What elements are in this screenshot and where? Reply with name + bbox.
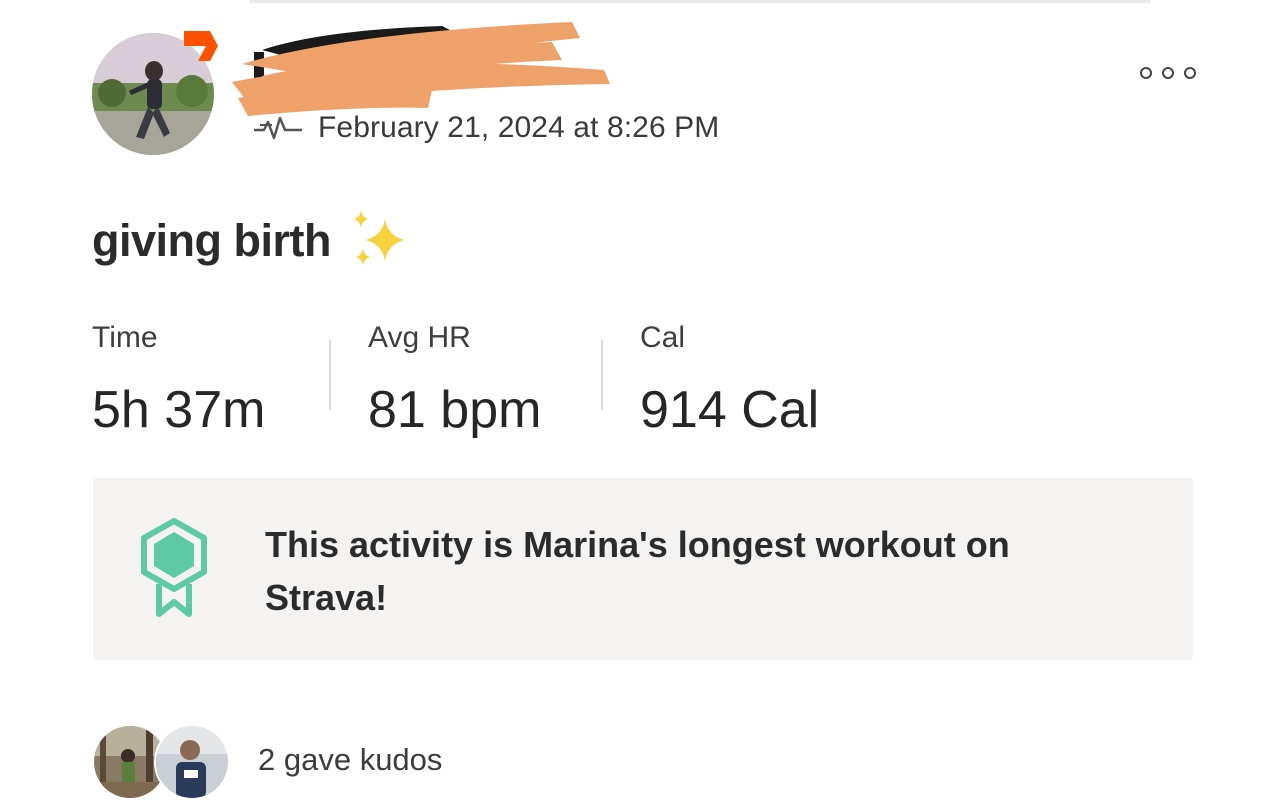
stat-label: Time	[92, 321, 158, 354]
kudos-count-text[interactable]: 2 gave kudos	[258, 742, 442, 778]
more-options-icon[interactable]	[1140, 60, 1196, 86]
top-divider	[250, 0, 1150, 3]
stat-value: 914 Cal	[640, 381, 820, 439]
stat-label: Avg HR	[368, 321, 471, 354]
award-badge-icon	[141, 518, 207, 617]
stat-label: Cal	[640, 321, 686, 354]
activity-date-row: February 21, 2024 at 8:26 PM	[252, 108, 719, 148]
sparkles-icon	[352, 210, 405, 266]
stat-divider	[601, 340, 603, 410]
kudos-row[interactable]: 2 gave kudos	[92, 720, 442, 800]
stat-avg-hr: Avg HR 81 bpm	[368, 318, 541, 442]
activity-date: February 21, 2024 at 8:26 PM	[318, 111, 720, 144]
achievement-panel[interactable]: This activity is Marina's longest workou…	[93, 478, 1193, 660]
stat-divider	[329, 340, 331, 410]
kudos-avatars[interactable]	[92, 722, 232, 800]
stat-value: 5h 37m	[92, 381, 266, 439]
activity-title[interactable]: giving birth	[92, 215, 331, 267]
stat-calories: Cal 914 Cal	[640, 318, 819, 442]
kudos-avatar[interactable]	[154, 724, 230, 800]
achievement-text: This activity is Marina's longest workou…	[265, 524, 1010, 618]
heart-rate-icon	[254, 116, 302, 140]
strava-logo-icon	[180, 27, 220, 65]
redacted-athlete-name	[232, 12, 612, 120]
stat-time: Time 5h 37m	[92, 318, 265, 442]
activity-title-row[interactable]: giving birth	[92, 205, 409, 277]
stat-value: 81 bpm	[368, 381, 542, 439]
